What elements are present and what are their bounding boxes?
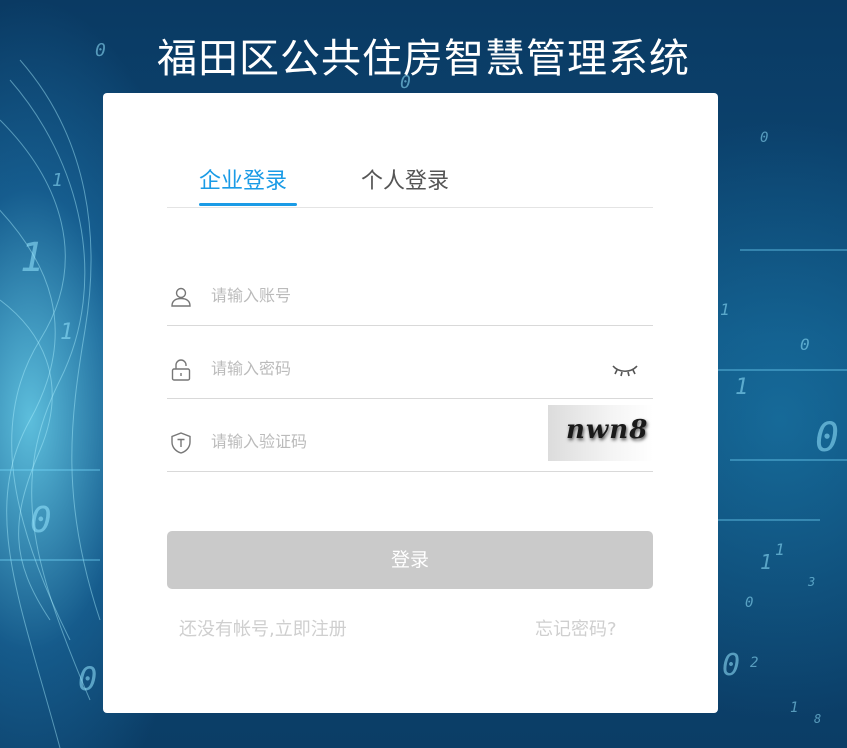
bg-digit: 1 bbox=[735, 375, 749, 400]
password-field bbox=[167, 342, 653, 399]
bg-digit: 8 bbox=[814, 712, 822, 726]
bg-digit: 1 bbox=[760, 550, 773, 574]
login-tabs: 企业登录 个人登录 bbox=[167, 153, 653, 208]
account-field bbox=[167, 269, 653, 326]
captcha-image[interactable]: nwn8 bbox=[548, 405, 653, 461]
lock-icon bbox=[169, 358, 193, 382]
bg-digit: 0 bbox=[800, 335, 810, 354]
login-button[interactable]: 登录 bbox=[167, 531, 653, 589]
bg-digit: 2 bbox=[750, 655, 759, 671]
bg-digit: 0 bbox=[745, 595, 754, 611]
shield-icon bbox=[169, 431, 193, 455]
bg-digit: 1 bbox=[20, 235, 45, 281]
user-icon bbox=[169, 285, 193, 309]
bg-digit: 1 bbox=[790, 700, 799, 716]
captcha-field: nwn8 bbox=[167, 405, 653, 472]
bg-digit: 1 bbox=[52, 170, 63, 191]
bg-digit: 0 bbox=[722, 648, 741, 683]
bg-digit: 1 bbox=[60, 320, 74, 345]
captcha-input[interactable] bbox=[211, 432, 541, 451]
active-tab-indicator bbox=[199, 203, 297, 206]
captcha-text: nwn8 bbox=[566, 415, 649, 445]
register-link[interactable]: 还没有帐号,立即注册 bbox=[179, 615, 347, 641]
login-card: 企业登录 个人登录 请输入账号 请输入验证码 nwn8 登录 还没有帐号,立即注… bbox=[103, 93, 718, 713]
bg-digit: 0 bbox=[78, 660, 98, 698]
bg-digit: 0 bbox=[760, 130, 769, 146]
password-input[interactable] bbox=[211, 359, 541, 378]
bg-digit: 1 bbox=[720, 300, 730, 319]
tab-personal-login[interactable]: 个人登录 bbox=[361, 163, 449, 195]
page-title: 福田区公共住房智慧管理系统 bbox=[157, 36, 690, 82]
bg-digit: 3 bbox=[808, 575, 816, 589]
bg-digit: 0 bbox=[815, 415, 840, 461]
eye-closed-icon[interactable] bbox=[611, 362, 639, 378]
bg-digit: 0 bbox=[30, 500, 52, 541]
forgot-password-link[interactable]: 忘记密码? bbox=[535, 615, 617, 641]
bg-digit: 1 bbox=[775, 540, 785, 559]
tab-enterprise-login[interactable]: 企业登录 bbox=[199, 163, 287, 195]
account-input[interactable] bbox=[211, 286, 541, 305]
